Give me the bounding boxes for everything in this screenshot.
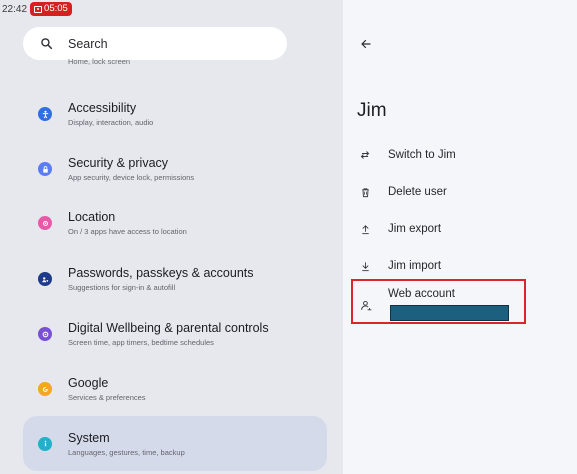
wellbeing-icon — [38, 327, 52, 341]
lock-icon — [38, 162, 52, 176]
search-input[interactable]: Search — [23, 27, 287, 60]
settings-item-security-privacy[interactable]: Security & privacy App security, device … — [23, 143, 327, 195]
settings-item-title: Security & privacy — [68, 156, 169, 170]
action-label: Delete user — [388, 186, 447, 198]
recording-time: 05:05 — [44, 3, 68, 14]
delete-user-item[interactable]: Delete user — [355, 176, 525, 208]
settings-item-subtitle: Screen time, app timers, bedtime schedul… — [68, 338, 214, 347]
action-label: Switch to Jim — [388, 149, 456, 161]
settings-item-title: Google — [68, 376, 109, 390]
back-button[interactable] — [357, 35, 375, 53]
google-icon — [38, 382, 52, 396]
trash-icon — [358, 185, 372, 199]
upload-icon — [358, 222, 372, 236]
back-arrow-icon — [361, 39, 371, 49]
status-time: 22:42 — [2, 3, 28, 15]
settings-item-google[interactable]: Google Services & preferences — [23, 363, 327, 415]
settings-item-title: System — [68, 430, 110, 445]
redacted-account-value — [390, 305, 509, 321]
settings-item-accessibility[interactable]: Accessibility Display, interaction, audi… — [23, 88, 327, 140]
settings-item-subtitle: On / 3 apps have access to location — [68, 227, 187, 236]
accounts-icon — [38, 272, 52, 286]
settings-item-subtitle: Services & preferences — [68, 393, 146, 402]
web-account-item[interactable]: Web account — [351, 279, 526, 324]
action-label: Jim export — [388, 223, 442, 235]
search-icon — [38, 36, 54, 52]
settings-item-passwords-accounts[interactable]: Passwords, passkeys & accounts Suggestio… — [23, 253, 327, 305]
action-label: Web account — [388, 288, 455, 300]
user-name-title: Jim — [357, 100, 387, 121]
user-import-item[interactable]: Jim import — [355, 250, 525, 282]
search-placeholder: Search — [68, 36, 108, 51]
settings-item-title: Accessibility — [68, 101, 137, 115]
settings-item-subtitle: App security, device lock, permissions — [68, 173, 195, 182]
download-icon — [358, 259, 372, 273]
info-icon — [38, 436, 52, 451]
location-pin-icon — [38, 216, 52, 230]
clipped-item-subtitle: Home, lock screen — [68, 57, 131, 66]
action-label: Jim import — [388, 260, 442, 272]
settings-item-digital-wellbeing[interactable]: Digital Wellbeing & parental controls Sc… — [23, 308, 327, 360]
screen-record-icon — [34, 5, 43, 13]
screen-recording-badge[interactable]: 05:05 — [30, 2, 72, 16]
accessibility-icon — [38, 107, 52, 121]
settings-item-system[interactable]: System Languages, gestures, time, backup — [23, 416, 327, 471]
switch-user-icon — [358, 148, 372, 162]
settings-list-pane: 22:42 05:05 Search Home, lock screen Acc… — [0, 0, 343, 474]
settings-item-location[interactable]: Location On / 3 apps have access to loca… — [23, 197, 327, 249]
settings-item-subtitle: Display, interaction, audio — [68, 118, 154, 127]
settings-item-title: Digital Wellbeing & parental controls — [68, 321, 269, 335]
switch-user-item[interactable]: Switch to Jim — [355, 139, 525, 171]
status-bar: 22:42 05:05 — [2, 1, 72, 17]
web-account-icon — [359, 298, 373, 312]
settings-item-title: Location — [68, 210, 116, 224]
settings-item-subtitle: Languages, gestures, time, backup — [68, 447, 185, 457]
user-export-item[interactable]: Jim export — [355, 213, 525, 245]
settings-item-title: Passwords, passkeys & accounts — [68, 266, 254, 280]
settings-item-subtitle: Suggestions for sign-in & autofill — [68, 283, 176, 292]
